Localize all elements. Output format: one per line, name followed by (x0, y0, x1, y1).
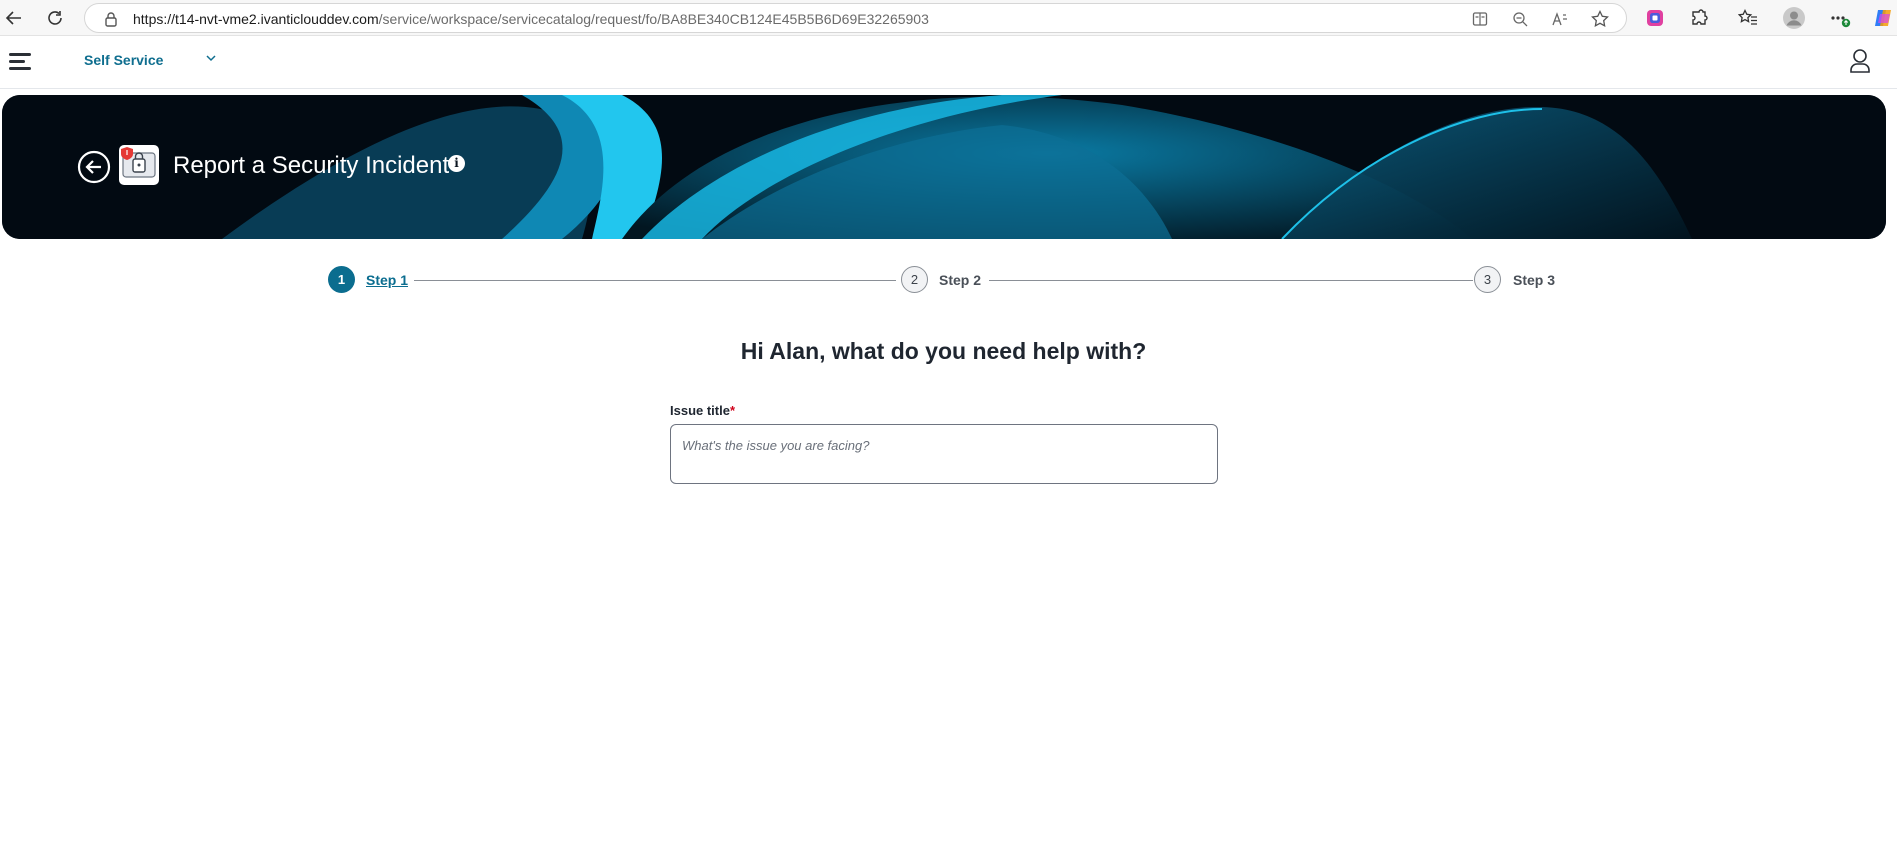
zoom-out-icon[interactable] (1510, 9, 1530, 29)
more-options-icon[interactable] (1828, 6, 1852, 30)
extensions-puzzle-icon[interactable] (1687, 6, 1711, 30)
refresh-icon[interactable] (43, 6, 67, 30)
hamburger-menu-icon[interactable] (9, 51, 33, 73)
required-marker: * (729, 403, 736, 418)
step-connector (989, 280, 1473, 281)
favorites-icon[interactable] (1736, 6, 1760, 30)
browser-toolbar: https://t14-nvt-vme2.ivanticlouddev.com/… (0, 0, 1897, 36)
copilot-icon[interactable] (1871, 6, 1895, 30)
read-aloud-icon[interactable] (1550, 9, 1570, 29)
color-extension-icon[interactable] (1643, 6, 1667, 30)
greeting-heading: Hi Alan, what do you need help with? (740, 338, 1147, 364)
step-1-indicator[interactable]: 1 (328, 266, 355, 293)
app-header: Self Service (0, 37, 1897, 89)
step-connector (414, 280, 896, 281)
issue-title-label-text: Issue title (670, 403, 730, 418)
immersive-reader-icon[interactable] (1470, 9, 1490, 29)
url-host: https://t14-nvt-vme2.ivanticlouddev.com (133, 11, 379, 27)
step-2-label: Step 2 (939, 272, 982, 288)
page-title: Report a Security Incident (173, 152, 450, 179)
profile-avatar-icon[interactable] (1781, 5, 1807, 31)
lock-icon[interactable] (101, 9, 121, 29)
step-2-indicator: 2 (901, 266, 928, 293)
chevron-down-icon[interactable] (204, 51, 220, 67)
security-incident-catalog-icon (119, 145, 159, 185)
url-text: https://t14-nvt-vme2.ivanticlouddev.com/… (133, 11, 929, 27)
back-arrow-icon[interactable] (2, 6, 26, 30)
step-3-label: Step 3 (1513, 272, 1556, 288)
favorite-star-icon[interactable] (1590, 9, 1610, 29)
info-icon[interactable]: i (448, 155, 465, 172)
issue-title-label: Issue title* (670, 403, 735, 418)
workspace-switcher[interactable]: Self Service (84, 52, 163, 68)
url-path: /service/workspace/servicecatalog/reques… (378, 11, 929, 27)
step-3-indicator: 3 (1474, 266, 1501, 293)
step-1-label[interactable]: Step 1 (366, 272, 408, 288)
address-bar[interactable]: https://t14-nvt-vme2.ivanticlouddev.com/… (84, 3, 1627, 33)
back-circle-icon[interactable] (77, 150, 111, 184)
user-profile-icon[interactable] (1848, 48, 1874, 76)
issue-title-input[interactable] (670, 424, 1218, 484)
